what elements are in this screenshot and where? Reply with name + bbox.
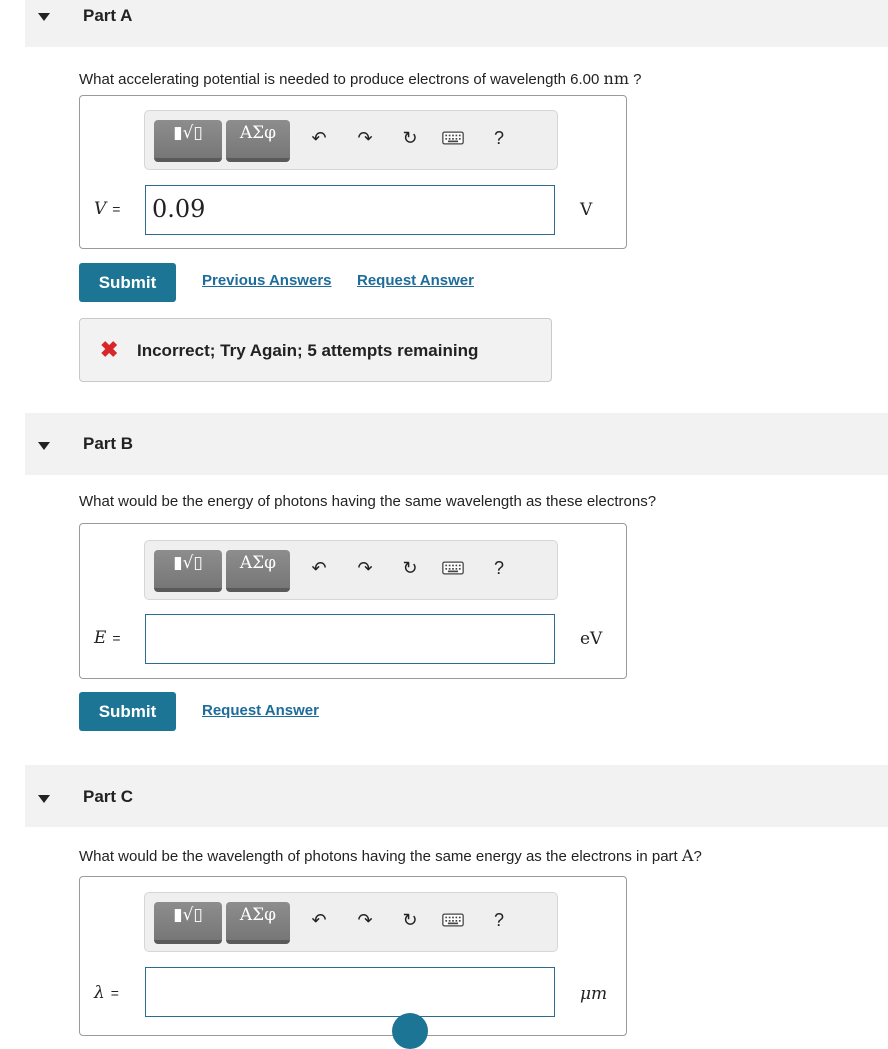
help-icon[interactable]: ? [488, 555, 510, 581]
part-a-submit-button[interactable]: Submit [79, 263, 176, 302]
reset-icon[interactable]: ↻ [399, 125, 421, 151]
help-chat-button[interactable] [392, 1013, 428, 1049]
part-a-title: Part A [83, 6, 133, 25]
redo-icon[interactable]: ↷ [354, 555, 376, 581]
reset-icon[interactable]: ↻ [399, 907, 421, 933]
part-b-question: What would be the energy of photons havi… [79, 493, 657, 510]
part-a-request-answer-link[interactable]: Request Answer [357, 272, 474, 289]
part-c-title: Part C [83, 787, 134, 806]
part-c-answer-box: ▮√▯ ΑΣφ ↶ ↷ ↻ ? λ = μm [79, 876, 627, 1036]
redo-icon[interactable]: ↷ [354, 907, 376, 933]
part-b-answer-input[interactable] [145, 614, 555, 664]
part-b-header[interactable] [25, 413, 888, 475]
previous-answers-link[interactable]: Previous Answers [202, 272, 332, 289]
part-b-request-answer-link[interactable]: Request Answer [202, 702, 319, 719]
part-c-header[interactable] [25, 765, 888, 827]
undo-icon[interactable]: ↶ [308, 907, 330, 933]
part-a-answer-box: ▮√▯ ΑΣφ ↶ ↷ ↻ ? V = 0.09 V [79, 95, 627, 249]
part-a-variable-label: V = [94, 199, 121, 219]
greek-symbols-button[interactable]: ΑΣφ [226, 550, 290, 592]
part-b-variable-label: E = [94, 628, 121, 648]
incorrect-icon: ✖ [100, 337, 119, 362]
help-icon[interactable]: ? [488, 907, 510, 933]
part-c-answer-input[interactable] [145, 967, 555, 1017]
part-a-question: What accelerating potential is needed to… [79, 69, 642, 88]
part-b-math-toolbar: ▮√▯ ΑΣφ ↶ ↷ ↻ ? [144, 540, 558, 600]
part-a-feedback: ✖ Incorrect; Try Again; 5 attempts remai… [79, 318, 552, 382]
part-b-title: Part B [83, 434, 134, 453]
templates-button[interactable]: ▮√▯ [154, 550, 222, 592]
keyboard-icon[interactable] [442, 125, 464, 151]
part-c-collapse-caret-icon[interactable] [38, 795, 50, 803]
part-c-math-toolbar: ▮√▯ ΑΣφ ↶ ↷ ↻ ? [144, 892, 558, 952]
keyboard-icon[interactable] [442, 907, 464, 933]
part-a-answer-input[interactable]: 0.09 [145, 185, 555, 235]
part-a-collapse-caret-icon[interactable] [38, 13, 50, 21]
keyboard-icon[interactable] [442, 555, 464, 581]
part-b-collapse-caret-icon[interactable] [38, 442, 50, 450]
part-c-unit: μm [580, 984, 608, 1004]
part-a-math-toolbar: ▮√▯ ΑΣφ ↶ ↷ ↻ ? [144, 110, 558, 170]
undo-icon[interactable]: ↶ [308, 125, 330, 151]
part-b-submit-button[interactable]: Submit [79, 692, 176, 731]
templates-button[interactable]: ▮√▯ [154, 902, 222, 944]
part-c-question: What would be the wavelength of photons … [79, 846, 702, 865]
part-a-header[interactable] [25, 0, 888, 47]
undo-icon[interactable]: ↶ [308, 555, 330, 581]
part-c-variable-label: λ = [94, 983, 119, 1003]
templates-button[interactable]: ▮√▯ [154, 120, 222, 162]
greek-symbols-button[interactable]: ΑΣφ [226, 120, 290, 162]
part-a-unit: V [580, 200, 593, 220]
redo-icon[interactable]: ↷ [354, 125, 376, 151]
reset-icon[interactable]: ↻ [399, 555, 421, 581]
part-b-answer-box: ▮√▯ ΑΣφ ↶ ↷ ↻ ? E = eV [79, 523, 627, 679]
help-icon[interactable]: ? [488, 125, 510, 151]
feedback-text: Incorrect; Try Again; 5 attempts remaini… [137, 341, 479, 360]
greek-symbols-button[interactable]: ΑΣφ [226, 902, 290, 944]
part-b-unit: eV [580, 629, 603, 649]
